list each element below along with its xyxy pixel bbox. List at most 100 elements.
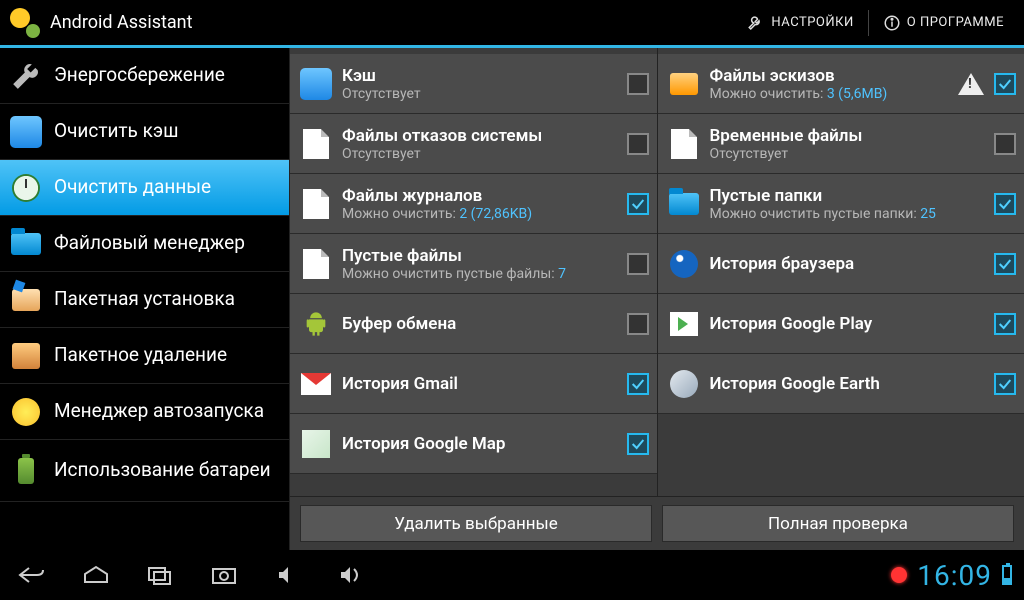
checkbox[interactable] bbox=[627, 373, 649, 395]
checkbox[interactable] bbox=[627, 193, 649, 215]
wrench-icon bbox=[10, 60, 42, 92]
settings-button[interactable]: НАСТРОЙКИ bbox=[737, 8, 863, 38]
delete-selected-label: Удалить выбранные bbox=[394, 514, 558, 534]
checkbox[interactable] bbox=[627, 313, 649, 335]
checkbox[interactable] bbox=[627, 253, 649, 275]
sidebar-item-label: Пакетное удаление bbox=[54, 345, 227, 366]
row-title: История Google Map bbox=[342, 434, 627, 454]
row-title: Пустые файлы bbox=[342, 246, 627, 266]
list-item[interactable]: История Google Map bbox=[290, 414, 657, 474]
checkbox[interactable] bbox=[994, 373, 1016, 395]
list-item[interactable]: История Google Earth bbox=[658, 354, 1024, 414]
list-item[interactable]: Временные файлыОтсутствует bbox=[658, 114, 1024, 174]
row-icon bbox=[668, 248, 700, 280]
sidebar-item-label: Пакетная установка bbox=[54, 289, 235, 310]
sidebar-item[interactable]: Пакетное удаление bbox=[0, 328, 289, 384]
sidebar-item-label: Энергосбережение bbox=[54, 65, 225, 86]
list-item[interactable]: Файлы эскизовМожно очистить: 3 (5,6MB) bbox=[658, 54, 1024, 114]
row-title: Файлы отказов системы bbox=[342, 126, 627, 146]
row-text: История Google Map bbox=[342, 434, 627, 454]
about-button[interactable]: О ПРОГРАММЕ bbox=[873, 8, 1014, 38]
row-icon bbox=[668, 188, 700, 220]
folder-icon bbox=[10, 228, 42, 260]
package-icon bbox=[10, 340, 42, 372]
row-text: Файлы журналовМожно очистить: 2 (72,86KB… bbox=[342, 186, 627, 222]
volume-down-button[interactable] bbox=[268, 560, 308, 590]
row-title: История Google Earth bbox=[710, 374, 995, 394]
list-item[interactable]: Пустые папкиМожно очистить пустые папки:… bbox=[658, 174, 1024, 234]
row-subtitle: Отсутствует bbox=[710, 146, 995, 162]
row-icon bbox=[668, 68, 700, 100]
row-icon bbox=[668, 308, 700, 340]
sidebar-item[interactable]: Файловый менеджер bbox=[0, 216, 289, 272]
row-subtitle: Можно очистить: 2 (72,86KB) bbox=[342, 206, 627, 222]
back-button[interactable] bbox=[12, 560, 52, 590]
checkbox[interactable] bbox=[627, 73, 649, 95]
delete-selected-button[interactable]: Удалить выбранные bbox=[300, 505, 652, 542]
row-text: Файлы отказов системыОтсутствует bbox=[342, 126, 627, 162]
list-item[interactable]: Пустые файлыМожно очистить пустые файлы:… bbox=[290, 234, 657, 294]
list-item[interactable]: История Google Play bbox=[658, 294, 1024, 354]
sidebar-item[interactable]: Использование батареи bbox=[0, 440, 289, 502]
smile-icon bbox=[10, 396, 42, 428]
row-subtitle: Отсутствует bbox=[342, 86, 627, 102]
wrench-icon bbox=[747, 14, 765, 32]
info-icon bbox=[883, 14, 901, 32]
recents-button[interactable] bbox=[140, 560, 180, 590]
screenshot-button[interactable] bbox=[204, 560, 244, 590]
column-left: КэшОтсутствуетФайлы отказов системыОтсут… bbox=[290, 48, 657, 496]
row-subtitle: Отсутствует bbox=[342, 146, 627, 162]
app-icon bbox=[10, 8, 40, 38]
home-button[interactable] bbox=[76, 560, 116, 590]
sidebar-item[interactable]: Очистить данные bbox=[0, 160, 289, 216]
row-text: История браузера bbox=[710, 254, 995, 274]
clock-icon bbox=[10, 172, 42, 204]
volume-up-button[interactable] bbox=[332, 560, 372, 590]
sidebar-item[interactable]: Очистить кэш bbox=[0, 104, 289, 160]
row-subtitle: Можно очистить пустые файлы: 7 bbox=[342, 266, 627, 282]
sidebar-item[interactable]: Пакетная установка bbox=[0, 272, 289, 328]
list-item[interactable]: История браузера bbox=[658, 234, 1024, 294]
sidebar-item-label: Очистить данные bbox=[54, 177, 211, 198]
checkbox[interactable] bbox=[627, 133, 649, 155]
content-columns: КэшОтсутствуетФайлы отказов системыОтсут… bbox=[290, 48, 1024, 496]
checkbox[interactable] bbox=[994, 73, 1016, 95]
row-text: Буфер обмена bbox=[342, 314, 627, 334]
checkbox[interactable] bbox=[994, 193, 1016, 215]
bottom-buttons: Удалить выбранные Полная проверка bbox=[290, 496, 1024, 550]
sidebar-item[interactable]: Энергосбережение bbox=[0, 48, 289, 104]
list-item[interactable]: Файлы отказов системыОтсутствует bbox=[290, 114, 657, 174]
checkbox[interactable] bbox=[627, 433, 649, 455]
row-icon bbox=[300, 68, 332, 100]
row-title: Файлы эскизов bbox=[710, 66, 959, 86]
clock[interactable]: 16:09 bbox=[917, 559, 992, 592]
row-title: Буфер обмена bbox=[342, 314, 627, 334]
checkbox[interactable] bbox=[994, 133, 1016, 155]
box-open-icon bbox=[10, 284, 42, 316]
row-title: История Google Play bbox=[710, 314, 995, 334]
list-item[interactable]: Файлы журналовМожно очистить: 2 (72,86KB… bbox=[290, 174, 657, 234]
row-icon bbox=[300, 368, 332, 400]
settings-label: НАСТРОЙКИ bbox=[771, 15, 853, 30]
row-title: Пустые папки bbox=[710, 186, 995, 206]
main-panel: КэшОтсутствуетФайлы отказов системыОтсут… bbox=[290, 48, 1024, 550]
separator bbox=[868, 10, 869, 36]
checkbox[interactable] bbox=[994, 253, 1016, 275]
full-scan-label: Полная проверка bbox=[768, 514, 908, 534]
row-title: История Gmail bbox=[342, 374, 627, 394]
sidebar-item[interactable]: Менеджер автозапуска bbox=[0, 384, 289, 440]
recording-indicator-icon bbox=[891, 567, 907, 583]
row-icon bbox=[300, 128, 332, 160]
row-text: История Gmail bbox=[342, 374, 627, 394]
checkbox[interactable] bbox=[994, 313, 1016, 335]
list-item[interactable]: КэшОтсутствует bbox=[290, 54, 657, 114]
app-title: Android Assistant bbox=[50, 12, 193, 33]
row-text: Временные файлыОтсутствует bbox=[710, 126, 995, 162]
warning-icon bbox=[958, 73, 984, 95]
row-title: Кэш bbox=[342, 66, 627, 86]
list-item[interactable]: История Gmail bbox=[290, 354, 657, 414]
row-text: Пустые файлыМожно очистить пустые файлы:… bbox=[342, 246, 627, 282]
column-right: Файлы эскизовМожно очистить: 3 (5,6MB) Вр… bbox=[657, 48, 1024, 496]
full-scan-button[interactable]: Полная проверка bbox=[662, 505, 1014, 542]
list-item[interactable]: Буфер обмена bbox=[290, 294, 657, 354]
